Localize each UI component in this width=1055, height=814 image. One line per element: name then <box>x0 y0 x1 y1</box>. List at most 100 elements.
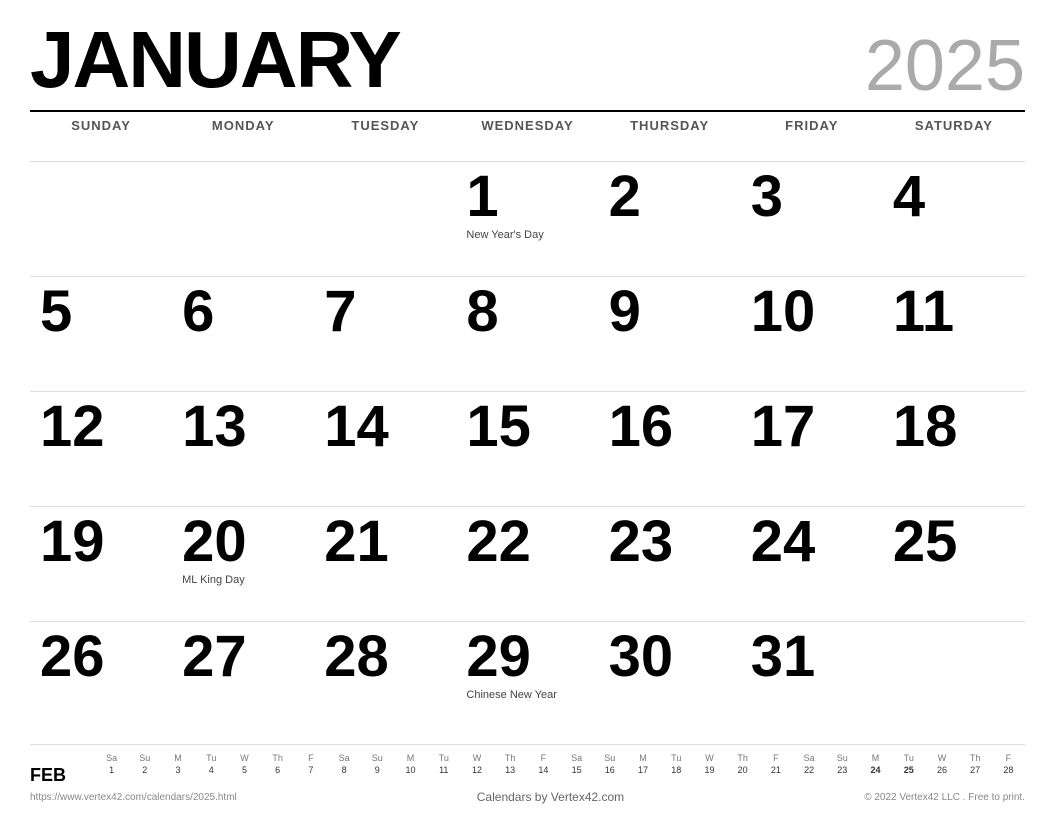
mini-day-cell: 10 <box>394 765 427 775</box>
day-cell: 6 <box>172 276 314 391</box>
day-cell: 19 <box>30 506 172 621</box>
mini-header-cell: Su <box>128 753 161 765</box>
day-number: 5 <box>40 283 72 341</box>
day-number: 29 <box>466 628 531 686</box>
mini-header-cell: Sa <box>95 753 128 765</box>
mini-day-cell: 2 <box>128 765 161 775</box>
day-cell: 12 <box>30 391 172 506</box>
day-number: 22 <box>466 513 531 571</box>
day-number: 27 <box>182 628 247 686</box>
day-number: 18 <box>893 398 958 456</box>
mini-header-cell: Su <box>826 753 859 765</box>
mini-day-cell: 26 <box>925 765 958 775</box>
mini-header-cell: Su <box>593 753 626 765</box>
mini-header-cell: Sa <box>560 753 593 765</box>
day-number: 12 <box>40 398 105 456</box>
year-title: 2025 <box>865 20 1025 102</box>
mini-day-cell: 13 <box>494 765 527 775</box>
day-number: 3 <box>751 168 783 226</box>
mini-month-label: FEB <box>30 753 85 786</box>
mini-day-cell: 12 <box>460 765 493 775</box>
mini-header-cell: M <box>394 753 427 765</box>
day-cell: 28 <box>314 621 456 736</box>
mini-header-cell: Tu <box>195 753 228 765</box>
calendar-container: JANUARY 2025 SUNDAYMONDAYTUESDAYWEDNESDA… <box>0 0 1055 814</box>
day-cell: 11 <box>883 276 1025 391</box>
mini-header-cell: W <box>925 753 958 765</box>
day-cell: 29 Chinese New Year <box>456 621 598 736</box>
day-number: 16 <box>609 398 674 456</box>
day-number: 15 <box>466 398 531 456</box>
day-cell: 17 <box>741 391 883 506</box>
day-number: 19 <box>40 513 105 571</box>
mini-day-cell: 24 <box>859 765 892 775</box>
day-cell: 14 <box>314 391 456 506</box>
day-number: 21 <box>324 513 389 571</box>
day-number: 24 <box>751 513 816 571</box>
day-cell <box>883 621 1025 736</box>
day-header: WEDNESDAY <box>456 110 598 161</box>
day-header: SUNDAY <box>30 110 172 161</box>
mini-day-cell: 23 <box>826 765 859 775</box>
day-number: 7 <box>324 283 356 341</box>
day-cell: 13 <box>172 391 314 506</box>
day-cell: 21 <box>314 506 456 621</box>
day-number: 8 <box>466 283 498 341</box>
mini-header-cell: Sa <box>328 753 361 765</box>
day-cell <box>314 161 456 276</box>
day-cell: 25 <box>883 506 1025 621</box>
holiday-text: Chinese New Year <box>466 688 557 702</box>
day-cell <box>172 161 314 276</box>
day-header: SATURDAY <box>883 110 1025 161</box>
mini-day-cell: 3 <box>161 765 194 775</box>
mini-day-cell: 17 <box>626 765 659 775</box>
footer-left: https://www.vertex42.com/calendars/2025.… <box>30 792 237 803</box>
day-cell: 7 <box>314 276 456 391</box>
mini-header-cell: Tu <box>892 753 925 765</box>
mini-header-cell: Su <box>361 753 394 765</box>
day-cell: 31 <box>741 621 883 736</box>
mini-day-cell: 15 <box>560 765 593 775</box>
day-cell: 20ML King Day <box>172 506 314 621</box>
day-number: 23 <box>609 513 674 571</box>
holiday-text: ML King Day <box>182 573 245 587</box>
mini-day-cell: 21 <box>759 765 792 775</box>
mini-header-cell: F <box>527 753 560 765</box>
day-number: 13 <box>182 398 247 456</box>
day-cell: 1New Year's Day <box>456 161 598 276</box>
mini-header-cell: M <box>626 753 659 765</box>
mini-header-cell: Th <box>261 753 294 765</box>
day-number: 4 <box>893 168 925 226</box>
footer-right: © 2022 Vertex42 LLC . Free to print. <box>864 792 1025 803</box>
day-number: 9 <box>609 283 641 341</box>
day-number: 30 <box>609 628 674 686</box>
mini-day-cell: 18 <box>660 765 693 775</box>
day-number: 2 <box>609 168 641 226</box>
day-number: 1 <box>466 168 498 226</box>
mini-day-cell: 19 <box>693 765 726 775</box>
mini-day-cell: 6 <box>261 765 294 775</box>
day-number: 17 <box>751 398 816 456</box>
day-number: 11 <box>893 283 954 341</box>
mini-header-cell: Tu <box>660 753 693 765</box>
mini-day-cell: 25 <box>892 765 925 775</box>
day-cell <box>30 161 172 276</box>
mini-day-cell: 7 <box>294 765 327 775</box>
day-number: 6 <box>182 283 214 341</box>
footer-center: Calendars by Vertex42.com <box>477 790 624 804</box>
day-cell: 5 <box>30 276 172 391</box>
day-header: FRIDAY <box>741 110 883 161</box>
day-cell: 23 <box>599 506 741 621</box>
days-grid: SUNDAYMONDAYTUESDAYWEDNESDAYTHURSDAYFRID… <box>30 110 1025 736</box>
mini-day-cell: 22 <box>793 765 826 775</box>
day-header: TUESDAY <box>314 110 456 161</box>
day-cell: 4 <box>883 161 1025 276</box>
day-number: 14 <box>324 398 389 456</box>
day-cell: 9 <box>599 276 741 391</box>
day-cell: 8 <box>456 276 598 391</box>
day-cell: 18 <box>883 391 1025 506</box>
mini-header-cell: F <box>294 753 327 765</box>
mini-day-cell: 1 <box>95 765 128 775</box>
mini-header-cell: W <box>460 753 493 765</box>
mini-day-cell: 8 <box>328 765 361 775</box>
